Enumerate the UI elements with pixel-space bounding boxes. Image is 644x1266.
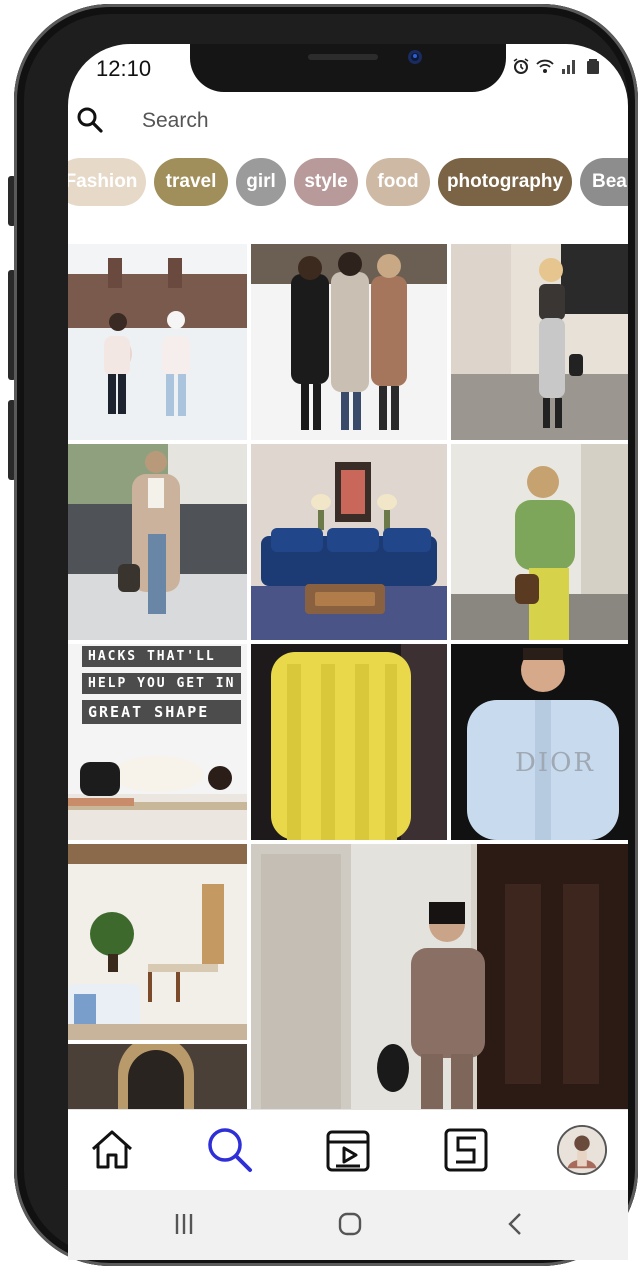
tag-chip-fashion[interactable]: Fashion xyxy=(68,158,146,206)
fitness-caption-line-3: GREAT SHAPE xyxy=(82,700,242,724)
status-time: 12:10 xyxy=(96,56,152,81)
nav-shop[interactable] xyxy=(440,1124,492,1176)
back-button[interactable] xyxy=(496,1204,536,1244)
nav-search[interactable] xyxy=(204,1124,256,1176)
system-nav-bar xyxy=(68,1190,628,1260)
grid-tile-fitness-post[interactable]: HACKS THAT'LL HELP YOU GET IN GREAT SHAP… xyxy=(68,644,247,840)
home-button[interactable] xyxy=(330,1204,370,1244)
alarm-icon xyxy=(513,58,529,74)
tag-chip-travel[interactable]: travel xyxy=(154,158,228,206)
grid-tile-knit-dress[interactable] xyxy=(451,244,628,440)
phone-frame: 12:10 Fashion travel girl style food pho… xyxy=(14,4,638,1266)
back-icon xyxy=(508,1213,521,1235)
tag-chip-food[interactable]: food xyxy=(366,158,430,206)
tag-chip-photography[interactable]: photography xyxy=(438,158,572,206)
grid-tile-living-room[interactable] xyxy=(251,444,447,640)
grid-tile-pajama-set[interactable] xyxy=(251,844,628,1110)
search-icon[interactable] xyxy=(76,106,104,134)
grid-tile-winter-coats[interactable] xyxy=(251,244,447,440)
search-bar[interactable] xyxy=(68,100,628,140)
reels-icon xyxy=(326,1130,370,1172)
grid-tile-arched-door[interactable] xyxy=(68,1044,247,1110)
grid-tile-dior-shirt[interactable]: DIOR xyxy=(451,644,628,840)
shop-icon xyxy=(444,1128,488,1172)
speaker xyxy=(308,54,378,60)
fitness-caption-line-2: HELP YOU GET IN xyxy=(82,673,242,694)
nav-home[interactable] xyxy=(86,1124,138,1176)
grid-tile-green-sweater[interactable] xyxy=(451,444,628,640)
nav-reels[interactable] xyxy=(322,1124,374,1176)
home-icon xyxy=(91,1130,133,1169)
bottom-nav xyxy=(68,1109,628,1190)
fitness-caption: HACKS THAT'LL HELP YOU GET IN GREAT SHAP… xyxy=(82,646,242,724)
status-icons xyxy=(512,58,602,74)
grid-tile-yellow-coat[interactable] xyxy=(251,644,447,840)
recent-apps-button[interactable] xyxy=(164,1204,204,1244)
notch xyxy=(190,44,506,92)
fitness-caption-line-1: HACKS THAT'LL xyxy=(82,646,242,667)
explore-grid: HACKS THAT'LL HELP YOU GET IN GREAT SHAP… xyxy=(68,244,628,1110)
search-input[interactable] xyxy=(140,104,564,138)
tag-chip-style[interactable]: style xyxy=(294,158,358,206)
search-icon xyxy=(208,1128,252,1172)
battery-icon xyxy=(587,59,599,74)
grid-tile-kitchen[interactable] xyxy=(68,844,247,1040)
screen: 12:10 Fashion travel girl style food pho… xyxy=(68,44,628,1260)
recent-apps-icon xyxy=(175,1214,193,1234)
grid-tile-ice-skating[interactable] xyxy=(68,244,247,440)
dior-logo: DIOR xyxy=(515,748,596,778)
tag-chip-girl[interactable]: girl xyxy=(236,158,286,206)
nav-profile[interactable] xyxy=(556,1124,608,1176)
front-camera xyxy=(408,50,422,64)
signal-icon xyxy=(562,60,575,74)
tag-chip-beauty[interactable]: Beau xyxy=(580,158,628,206)
wifi-icon xyxy=(536,59,554,73)
home-button-icon xyxy=(338,1212,362,1236)
grid-tile-teddy-coat[interactable] xyxy=(68,444,247,640)
avatar xyxy=(556,1124,608,1176)
tag-chips: Fashion travel girl style food photograp… xyxy=(68,158,628,206)
